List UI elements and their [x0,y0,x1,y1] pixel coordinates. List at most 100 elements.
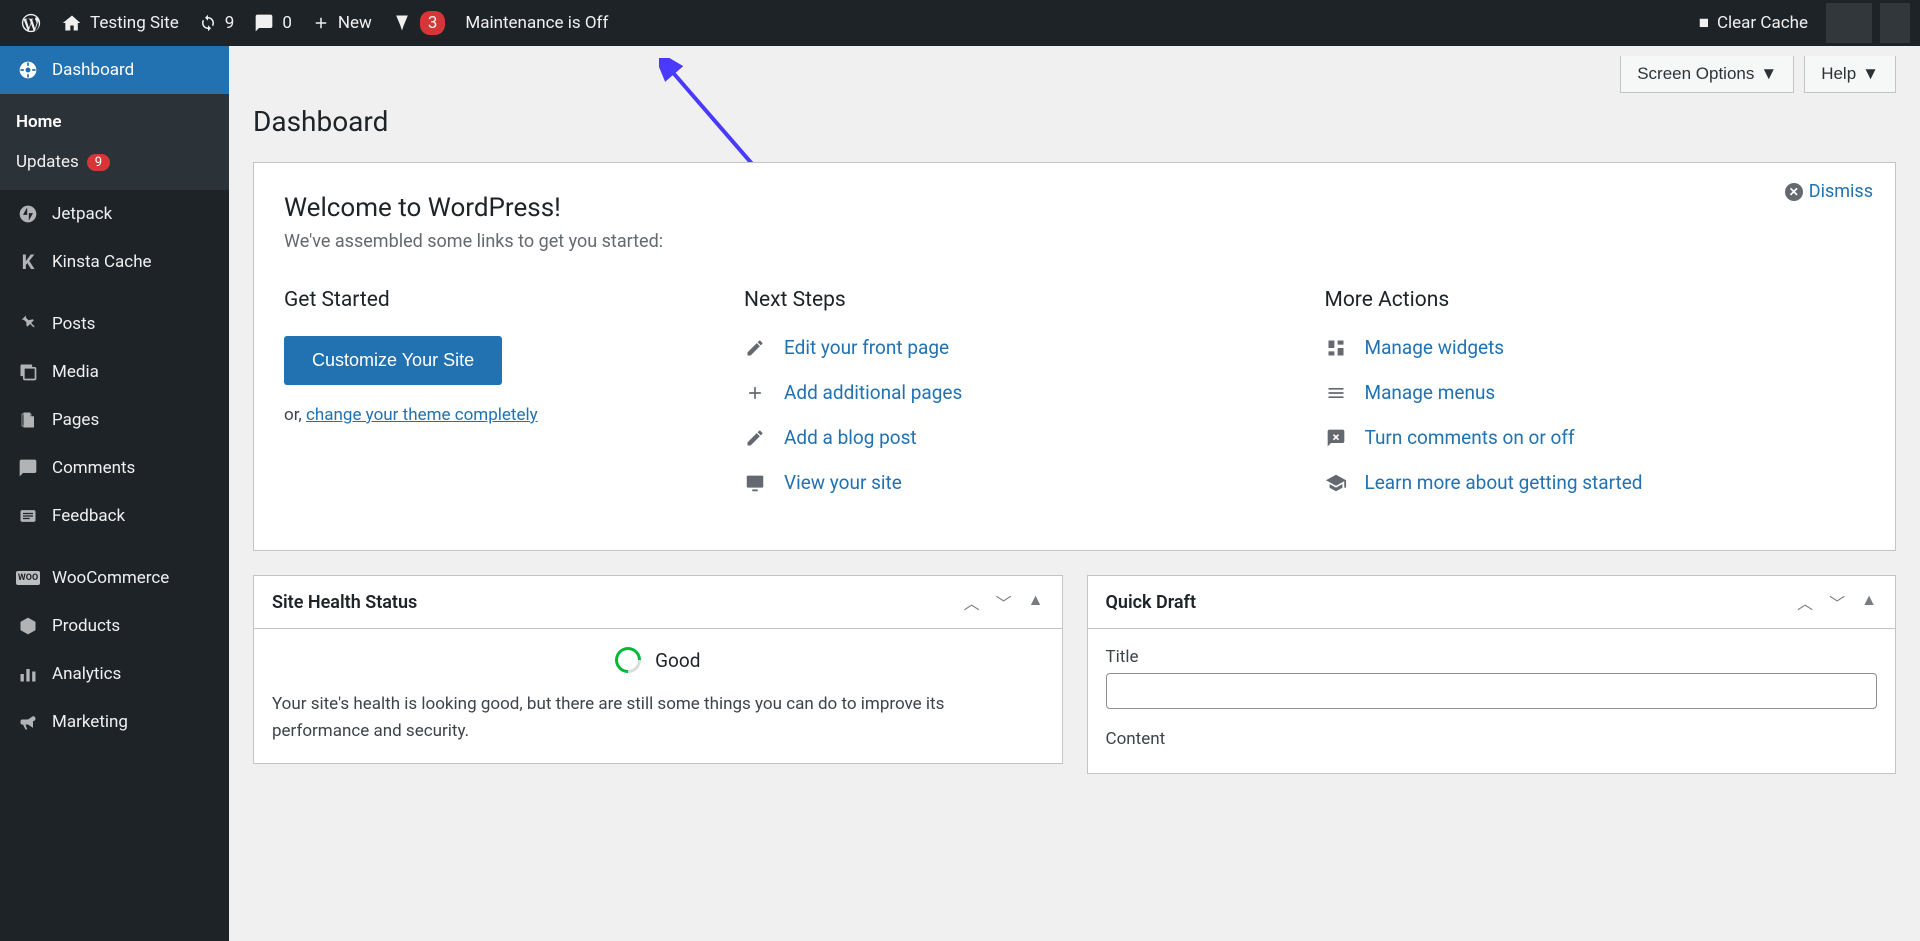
menu-feedback[interactable]: Feedback [0,492,229,540]
draft-content-label: Content [1106,729,1878,749]
dismiss-link[interactable]: ✕ Dismiss [1785,181,1873,202]
welcome-title: Welcome to WordPress! [284,193,1865,223]
add-blogpost-link[interactable]: Add a blog post [784,426,917,449]
site-name-label: Testing Site [90,13,179,33]
triangle-up-icon[interactable]: ▲ [1028,590,1044,614]
draft-title-input[interactable] [1106,673,1878,709]
add-pages-link[interactable]: Add additional pages [784,381,962,404]
site-health-widget: Site Health Status ︿ ﹀ ▲ Good Your site'… [253,575,1063,764]
screen-meta-buttons: Screen Options ▼ Help ▼ [253,46,1896,93]
chevron-down-icon[interactable]: ﹀ [996,590,1012,614]
adminbar-box-2[interactable] [1880,3,1910,43]
page-title: Dashboard [253,105,1896,138]
updates-count-badge: 9 [87,154,110,171]
plus-icon [744,382,766,404]
menu-kinsta-label: Kinsta Cache [52,252,152,272]
new-item[interactable]: New [302,0,382,46]
jetpack-icon [16,202,40,226]
menu-kinsta[interactable]: K Kinsta Cache [0,238,229,286]
learn-more-link[interactable]: Learn more about getting started [1365,471,1643,494]
triangle-up-icon[interactable]: ▲ [1861,590,1877,614]
menu-marketing[interactable]: Marketing [0,698,229,746]
comments-item[interactable]: 0 [244,0,302,46]
comment-icon [254,13,274,33]
megaphone-icon [16,710,40,734]
feedback-icon [16,504,40,528]
chevron-down-icon[interactable]: ﹀ [1829,590,1845,614]
widgets-icon [1325,337,1347,359]
manage-menus-link[interactable]: Manage menus [1365,381,1496,404]
menu-jetpack[interactable]: Jetpack [0,190,229,238]
adminbar-right: ■ Clear Cache [1689,0,1910,46]
menu-analytics[interactable]: Analytics [0,650,229,698]
health-status-label: Good [655,649,700,672]
pages-icon [16,408,40,432]
chevron-up-icon[interactable]: ︿ [964,590,980,614]
menu-dashboard-label: Dashboard [52,60,134,80]
menu-marketing-label: Marketing [52,712,128,732]
menu-posts[interactable]: Posts [0,300,229,348]
getstarted-heading: Get Started [284,288,704,312]
or-prefix: or, [284,405,306,425]
adminbar-box-1[interactable] [1826,3,1872,43]
refresh-item[interactable]: 9 [189,0,245,46]
chevron-down-icon: ▼ [1862,64,1879,84]
submenu-home[interactable]: Home [0,102,229,142]
menu-media-label: Media [52,362,99,382]
yoast-count-badge: 3 [420,11,446,35]
menu-products-label: Products [52,616,120,636]
menu-jetpack-label: Jetpack [52,204,112,224]
manage-widgets-link[interactable]: Manage widgets [1365,336,1505,359]
site-name[interactable]: Testing Site [52,0,189,46]
menu-products[interactable]: Products [0,602,229,650]
menu-pages-label: Pages [52,410,99,430]
close-icon: ✕ [1785,183,1803,201]
dashboard-icon [16,58,40,82]
wp-logo[interactable] [10,0,52,46]
chevron-up-icon[interactable]: ︿ [1797,590,1813,614]
moreactions-heading: More Actions [1325,288,1866,312]
refresh-icon [199,14,217,32]
media-icon [16,360,40,384]
edit-frontpage-link[interactable]: Edit your front page [784,336,949,359]
menu-dashboard[interactable]: Dashboard [0,46,229,94]
plus-icon [312,14,330,32]
yoast-item[interactable]: 3 [382,0,456,46]
clear-cache-label: Clear Cache [1717,13,1808,33]
comments-icon [16,456,40,480]
welcome-col-nextsteps: Next Steps Edit your front page Add addi… [744,288,1285,516]
clear-cache-item[interactable]: ■ Clear Cache [1689,0,1818,46]
maintenance-item[interactable]: Maintenance is Off [455,0,618,46]
adminbar: Testing Site 9 0 New 3 Maintenance is Of… [0,0,1920,46]
draft-title-label: Title [1106,647,1878,667]
admin-sidebar: Dashboard Home Updates 9 Jetpack K Kinst… [0,46,229,941]
menu-woocommerce-label: WooCommerce [52,568,169,588]
help-button[interactable]: Help ▼ [1804,56,1896,93]
dashboard-widgets: Site Health Status ︿ ﹀ ▲ Good Your site'… [253,575,1896,774]
menu-media[interactable]: Media [0,348,229,396]
menu-comments[interactable]: Comments [0,444,229,492]
quick-draft-title: Quick Draft [1106,592,1197,613]
screen-options-button[interactable]: Screen Options ▼ [1620,56,1794,93]
toggle-comments-link[interactable]: Turn comments on or off [1365,426,1575,449]
welcome-col-moreactions: More Actions Manage widgets Manage menus… [1325,288,1866,516]
change-theme-link[interactable]: change your theme completely [306,405,538,425]
submenu-updates[interactable]: Updates 9 [0,142,229,182]
welcome-col-getstarted: Get Started Customize Your Site or, chan… [284,288,704,516]
menu-pages[interactable]: Pages [0,396,229,444]
menu-posts-label: Posts [52,314,95,334]
customize-button[interactable]: Customize Your Site [284,336,502,385]
kinsta-icon: K [16,250,40,274]
comments-count: 0 [282,13,292,33]
site-health-title: Site Health Status [272,592,417,613]
wordpress-icon [20,12,42,34]
menu-woocommerce[interactable]: WOO WooCommerce [0,554,229,602]
view-icon [744,472,766,494]
products-icon [16,614,40,638]
view-site-link[interactable]: View your site [784,471,902,494]
maintenance-label: Maintenance is Off [465,13,608,33]
comments-off-icon [1325,427,1347,449]
or-text: or, change your theme completely [284,405,704,425]
health-circle-icon [610,642,647,679]
submenu-updates-label: Updates [16,152,79,172]
